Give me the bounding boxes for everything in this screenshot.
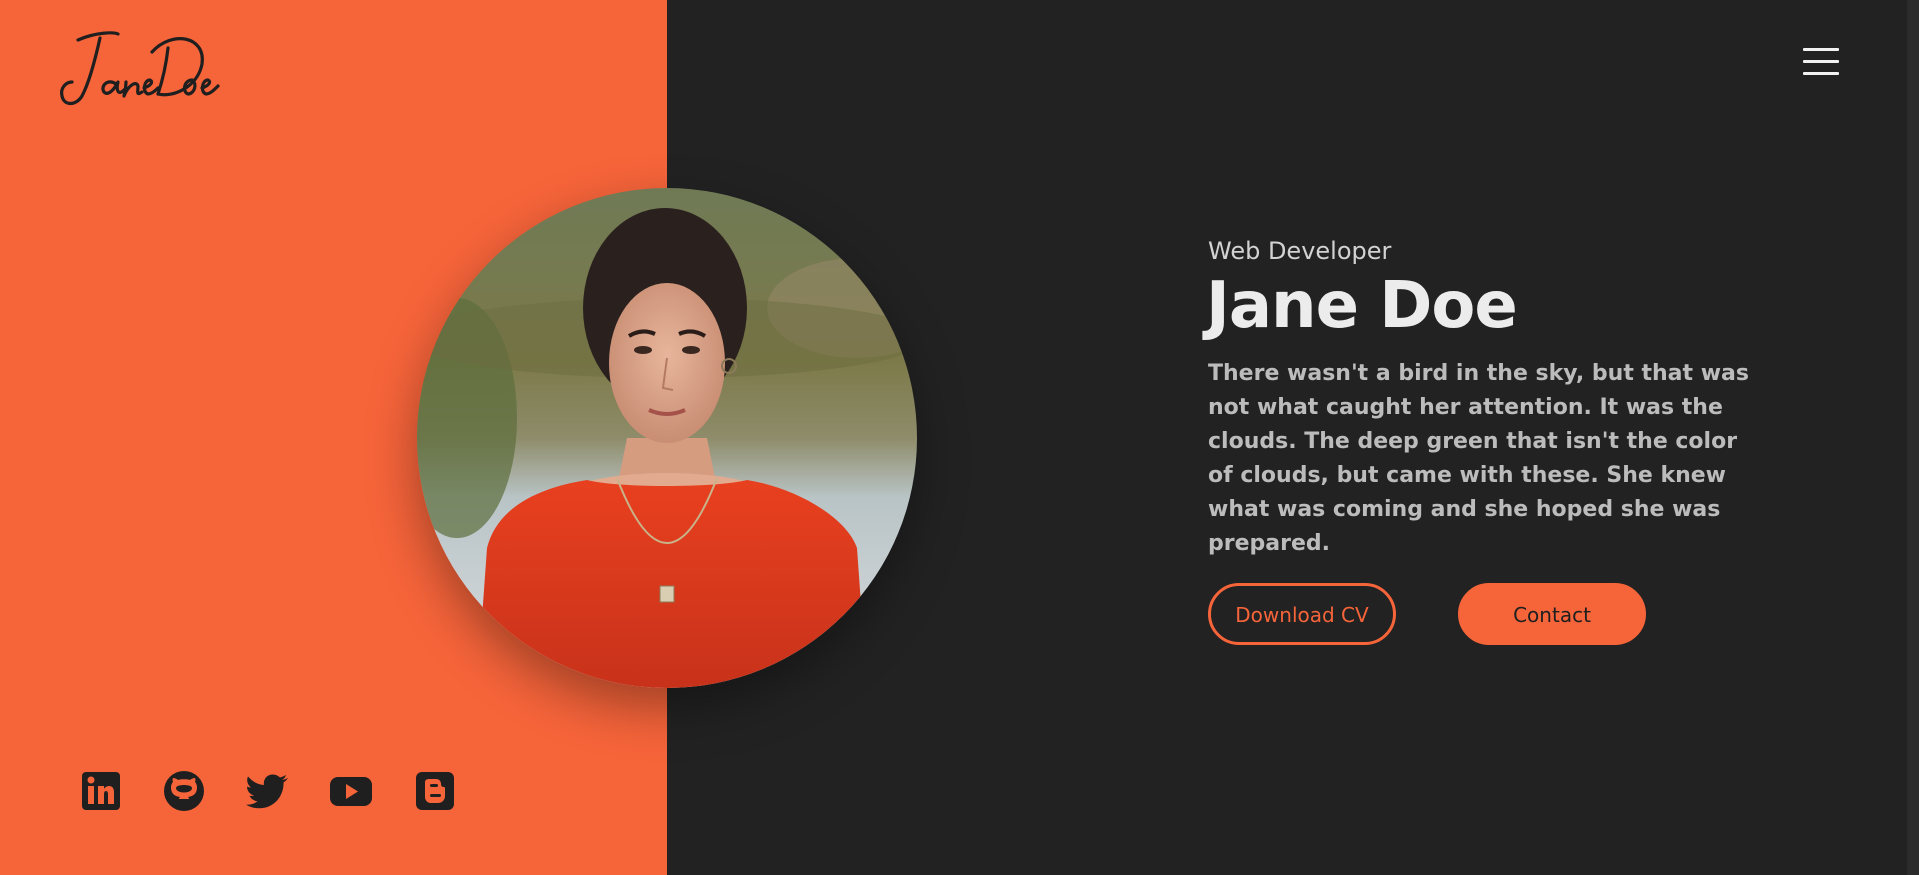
github-icon[interactable] [163,770,205,812]
scrollbar[interactable] [1907,0,1919,875]
profile-photo [417,188,917,688]
youtube-icon[interactable] [329,770,372,812]
contact-button[interactable]: Contact [1458,583,1646,645]
job-title: Web Developer [1208,237,1392,265]
bio-text: There wasn't a bird in the sky, but that… [1208,361,1749,556]
linkedin-icon[interactable] [80,770,122,812]
hero-section: Web Developer Jane Doe There wasn't a bi… [1206,230,1788,561]
hamburger-menu-icon[interactable] [1800,46,1840,78]
signature-logo[interactable] [56,26,222,110]
download-cv-button[interactable]: Download CV [1208,583,1396,645]
blogger-icon[interactable] [414,770,456,812]
twitter-icon[interactable] [246,770,288,812]
person-name: Jane Doe [1206,269,1518,343]
